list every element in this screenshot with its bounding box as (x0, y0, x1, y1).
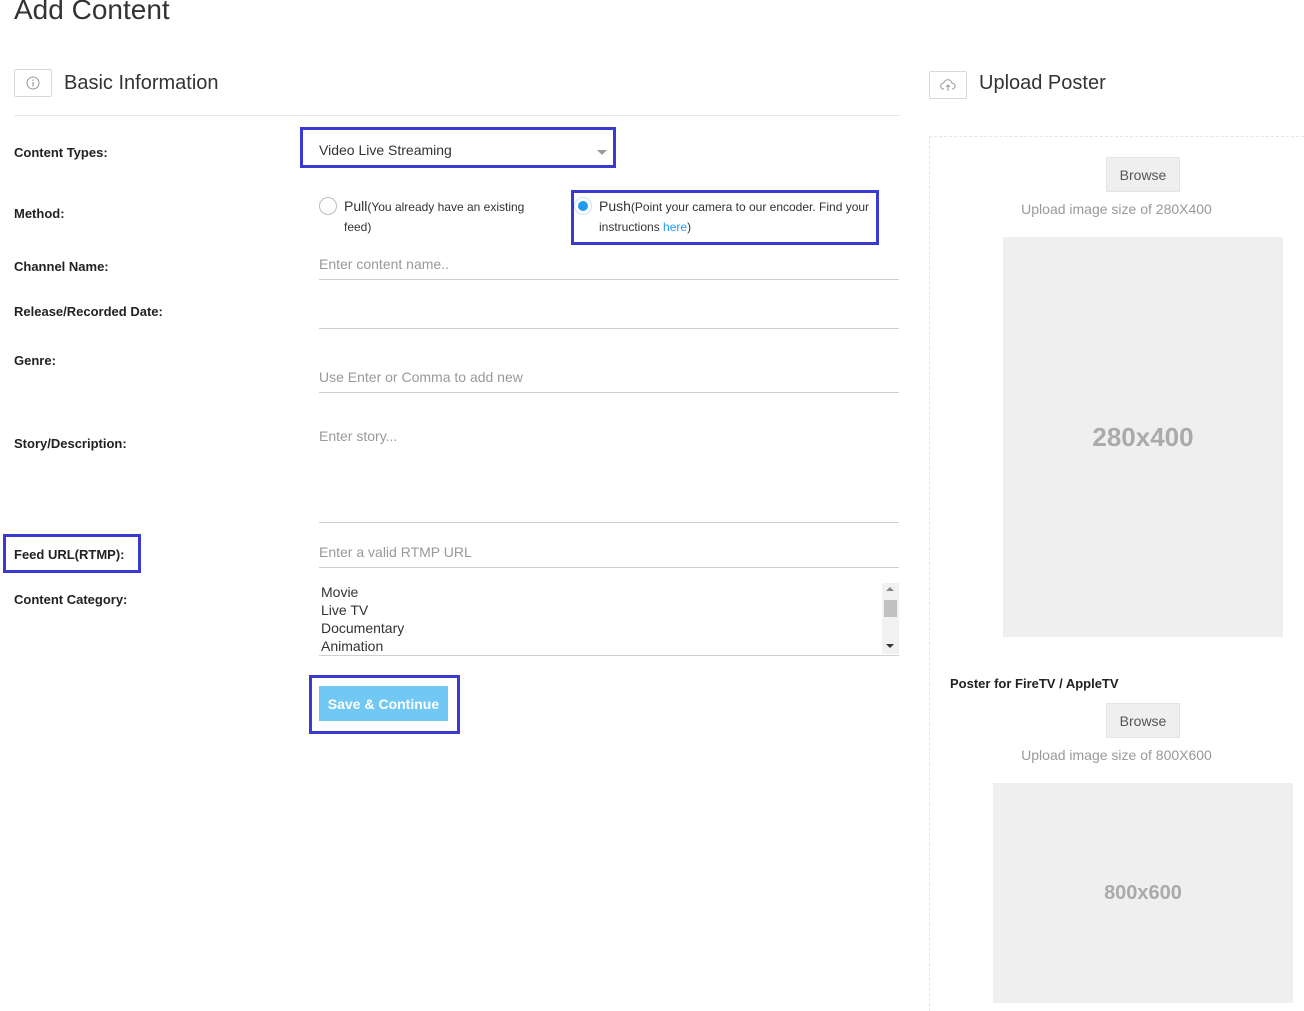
basic-information-heading: Basic Information (64, 72, 219, 94)
release-date-label: Release/Recorded Date: (14, 304, 163, 319)
push-option-label[interactable]: Push(Point your camera to our encoder. F… (599, 197, 874, 237)
scroll-up-icon[interactable] (886, 587, 894, 591)
pull-radio[interactable] (319, 197, 337, 215)
list-item[interactable]: Movie (319, 583, 899, 601)
feed-url-label: Feed URL(RTMP): (14, 547, 125, 562)
pull-detail-text-2: feed) (344, 220, 372, 234)
push-radio[interactable] (574, 197, 592, 215)
info-icon (14, 69, 52, 97)
browse-button[interactable]: Browse (1106, 157, 1180, 192)
section-divider (14, 115, 899, 116)
method-label: Method: (14, 206, 65, 221)
save-continue-button[interactable]: Save & Continue (319, 686, 448, 721)
list-item[interactable]: Documentary (319, 619, 899, 637)
story-label: Story/Description: (14, 436, 127, 451)
feed-url-input[interactable]: Enter a valid RTMP URL (319, 544, 899, 568)
push-main-text: Push (599, 198, 631, 214)
scroll-down-icon[interactable] (886, 644, 894, 648)
browse-button-tv[interactable]: Browse (1106, 703, 1180, 738)
genre-input[interactable]: Use Enter or Comma to add new (319, 369, 899, 393)
poster-tv-title: Poster for FireTV / AppleTV (950, 676, 1119, 691)
poster-placeholder: 280x400 (1003, 237, 1283, 637)
cloud-upload-icon (929, 71, 967, 99)
list-item[interactable]: Animation (319, 637, 899, 655)
push-detail-text-2: instructions (599, 220, 664, 234)
channel-name-label: Channel Name: (14, 259, 109, 274)
push-close-paren: ) (687, 220, 692, 234)
poster-tv-placeholder: 800x600 (993, 783, 1293, 1003)
page-title: Add Content (14, 0, 170, 25)
push-detail-text: (Point your camera to our encoder. Find … (630, 200, 870, 214)
instructions-link[interactable]: here (663, 220, 687, 234)
radio-selected-dot (578, 201, 588, 211)
pull-detail-text: (You already have an existing (367, 200, 525, 214)
story-textarea[interactable]: Enter story... (319, 428, 899, 523)
channel-name-input[interactable]: Enter content name.. (319, 256, 899, 280)
poster-tv-size-hint: Upload image size of 800X600 (1021, 747, 1212, 763)
content-category-label: Content Category: (14, 592, 128, 607)
content-types-label: Content Types: (14, 145, 108, 160)
pull-option-label[interactable]: Pull(You already have an existing feed) (344, 197, 554, 237)
genre-label: Genre: (14, 353, 56, 368)
content-type-value: Video Live Streaming (319, 142, 452, 158)
release-date-input[interactable] (319, 300, 899, 329)
list-item[interactable]: Live TV (319, 601, 899, 619)
pull-main-text: Pull (344, 198, 368, 214)
poster-size-hint: Upload image size of 280X400 (1021, 201, 1212, 217)
chevron-down-icon (597, 150, 607, 155)
upload-poster-heading: Upload Poster (979, 72, 1106, 94)
scroll-thumb[interactable] (884, 600, 897, 617)
content-category-listbox[interactable]: Movie Live TV Documentary Animation (319, 583, 899, 656)
